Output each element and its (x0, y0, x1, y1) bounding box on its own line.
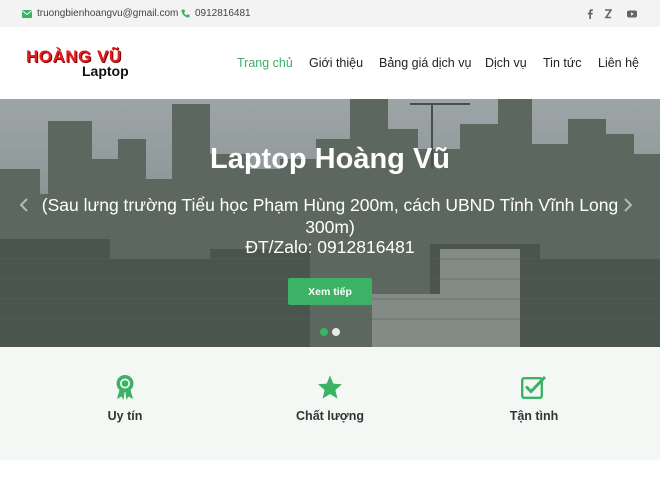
email-text: truongbienhoangvu@gmail.com (37, 8, 179, 19)
nav-item-news[interactable]: Tin tức (543, 27, 581, 99)
hero-subtitle: (Sau lưng trường Tiểu học Phạm Hùng 200m… (41, 195, 619, 237)
nav-item-home[interactable]: Trang chủ (237, 27, 293, 99)
logo-text-laptop: Laptop (82, 63, 129, 79)
hero-slider: Laptop Hoàng Vũ (Sau lưng trường Tiểu họ… (0, 99, 660, 347)
nav-item-contact[interactable]: Liên hệ (598, 27, 639, 99)
hero-phone-line: ĐT/Zalo: 0912816481 (245, 237, 415, 257)
star-icon (316, 373, 344, 401)
feature-label-reputation: Uy tín (107, 409, 143, 423)
zalo-icon[interactable] (600, 0, 616, 27)
award-icon (111, 373, 139, 401)
email-contact[interactable]: truongbienhoangvu@gmail.com (22, 0, 178, 27)
site-header: HOÀNG VŨ Laptop Trang chủ Giới thiệu Bản… (0, 27, 660, 99)
youtube-icon[interactable] (624, 0, 640, 27)
read-more-button[interactable]: Xem tiếp (288, 278, 372, 305)
feature-label-quality: Chất lượng (296, 409, 364, 423)
phone-contact[interactable]: 0912816481 (180, 0, 251, 27)
feature-quality: Chất lượng (230, 347, 430, 460)
slider-dot-2[interactable] (332, 328, 340, 336)
features-section: Uy tín Chất lượng Tận tình (0, 347, 660, 460)
page-bottom-area (0, 460, 660, 495)
phone-icon (180, 9, 190, 19)
slider-dot-1[interactable] (320, 328, 328, 336)
facebook-icon[interactable] (582, 0, 598, 27)
nav-item-about[interactable]: Giới thiệu (309, 27, 363, 99)
nav-item-pricing[interactable]: Bảng giá dịch vụ (379, 27, 471, 99)
feature-dedication: Tận tình (434, 347, 634, 460)
nav-item-services[interactable]: Dịch vụ (485, 27, 527, 99)
top-bar: truongbienhoangvu@gmail.com 0912816481 (0, 0, 660, 27)
phone-text: 0912816481 (195, 8, 251, 19)
feature-reputation: Uy tín (25, 347, 225, 460)
checkbox-icon (520, 373, 548, 401)
feature-label-dedication: Tận tình (509, 409, 559, 423)
mail-icon (22, 9, 32, 19)
hero-title: Laptop Hoàng Vũ (209, 143, 451, 175)
site-logo[interactable]: HOÀNG VŨ Laptop (24, 47, 139, 83)
